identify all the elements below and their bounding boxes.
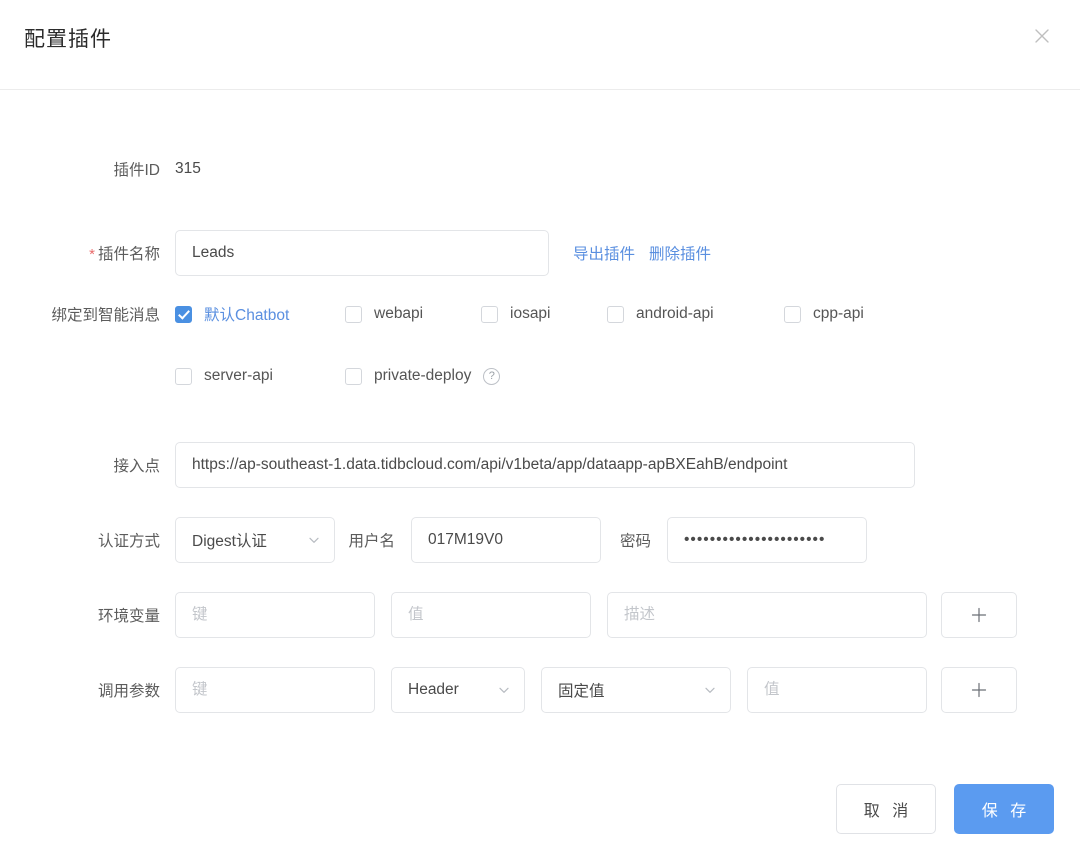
row-endpoint: 接入点 [0, 442, 1080, 488]
password-input[interactable] [667, 517, 867, 563]
plugin-id-label: 插件ID [113, 162, 160, 179]
row-env-vars: 环境变量 [0, 592, 1080, 638]
plus-icon [971, 607, 987, 623]
close-icon[interactable] [1030, 24, 1054, 48]
plugin-id-value: 315 [175, 160, 201, 177]
dialog-footer: 取 消 保 存 [836, 784, 1054, 834]
checkbox-private-deploy[interactable]: private-deploy [345, 367, 471, 385]
checkbox-label-android-api: android-api [636, 305, 714, 322]
checkbox-box-webapi[interactable] [345, 305, 362, 323]
checkbox-box-android-api[interactable] [607, 305, 624, 323]
delete-plugin-link[interactable]: 删除插件 [649, 242, 711, 264]
call-params-label: 调用参数 [97, 683, 160, 700]
env-var-key-input[interactable] [175, 592, 375, 638]
row-call-params: 调用参数 Header 固定值 [0, 667, 1080, 713]
checkbox-box-cpp-api[interactable] [784, 305, 801, 323]
username-label: 用户名 [348, 533, 395, 550]
auth-method-label: 认证方式 [97, 533, 160, 550]
row-plugin-name: *插件名称 导出插件 删除插件 [0, 230, 1080, 276]
checkbox-box-iosapi[interactable] [481, 305, 498, 323]
checkbox-iosapi[interactable]: iosapi [481, 305, 607, 323]
env-var-value-input[interactable] [391, 592, 591, 638]
call-param-value-input[interactable] [747, 667, 927, 713]
plugin-config-form: 插件ID 315 *插件名称 导出插件 删除插件 绑定到智能消息 默认Chatb… [0, 90, 1080, 770]
call-param-key-input[interactable] [175, 667, 375, 713]
checkbox-android-api[interactable]: android-api [607, 305, 784, 323]
row-plugin-id: 插件ID 315 [0, 158, 1080, 180]
bind-messages-options-row-1: 默认Chatbot webapi iosapi android-api cpp-… [175, 303, 864, 325]
required-marker: * [89, 246, 95, 263]
dialog-title: 配置插件 [24, 28, 112, 51]
cancel-button[interactable]: 取 消 [836, 784, 936, 834]
checkbox-label-cpp-api: cpp-api [813, 305, 864, 322]
plugin-name-input[interactable] [175, 230, 549, 276]
checkbox-box-server-api[interactable] [175, 367, 192, 385]
username-input[interactable] [411, 517, 601, 563]
row-bind-messages-2: server-api private-deploy ? [0, 367, 1080, 385]
checkbox-default-chatbot[interactable]: 默认Chatbot [175, 303, 345, 325]
help-icon[interactable]: ? [483, 367, 501, 385]
call-param-mode-value: 固定值 [558, 683, 605, 700]
call-param-type-select[interactable]: Header [391, 667, 525, 713]
env-vars-label: 环境变量 [97, 608, 160, 625]
checkbox-box-default-chatbot[interactable] [175, 305, 192, 323]
row-bind-messages: 绑定到智能消息 默认Chatbot webapi iosapi android-… [0, 303, 1080, 325]
plugin-name-label-text: 插件名称 [97, 246, 160, 263]
checkbox-box-private-deploy[interactable] [345, 367, 362, 385]
plus-icon [971, 682, 987, 698]
password-label: 密码 [619, 533, 651, 550]
checkbox-label-iosapi: iosapi [510, 305, 551, 322]
call-param-type-value: Header [408, 681, 459, 698]
checkbox-webapi[interactable]: webapi [345, 305, 481, 323]
checkbox-label-webapi: webapi [374, 305, 424, 322]
add-call-param-button[interactable] [941, 667, 1017, 713]
export-plugin-link[interactable]: 导出插件 [573, 242, 635, 264]
plugin-actions: 导出插件 删除插件 [573, 242, 711, 264]
checkbox-label-default-chatbot: 默认Chatbot [204, 307, 290, 324]
checkbox-label-private-deploy: private-deploy [374, 367, 472, 384]
row-auth: 认证方式 Digest认证 用户名 密码 [0, 517, 1080, 563]
checkbox-label-server-api: server-api [204, 367, 273, 384]
checkbox-server-api[interactable]: server-api [175, 367, 345, 385]
dialog-header: 配置插件 [0, 0, 1080, 90]
bind-messages-options-row-2: server-api private-deploy ? [175, 367, 501, 385]
add-env-var-button[interactable] [941, 592, 1017, 638]
plugin-name-label: * 插件名称 [0, 242, 175, 264]
env-var-desc-input[interactable] [607, 592, 927, 638]
endpoint-input[interactable] [175, 442, 915, 488]
endpoint-label: 接入点 [113, 458, 160, 475]
chevron-down-icon [704, 684, 716, 696]
chevron-down-icon [308, 534, 320, 546]
auth-method-select[interactable]: Digest认证 [175, 517, 335, 563]
call-param-mode-select[interactable]: 固定值 [541, 667, 731, 713]
chevron-down-icon [498, 684, 510, 696]
bind-messages-label: 绑定到智能消息 [51, 307, 160, 324]
save-button[interactable]: 保 存 [954, 784, 1054, 834]
checkbox-cpp-api[interactable]: cpp-api [784, 305, 864, 323]
auth-method-value: Digest认证 [192, 533, 267, 550]
